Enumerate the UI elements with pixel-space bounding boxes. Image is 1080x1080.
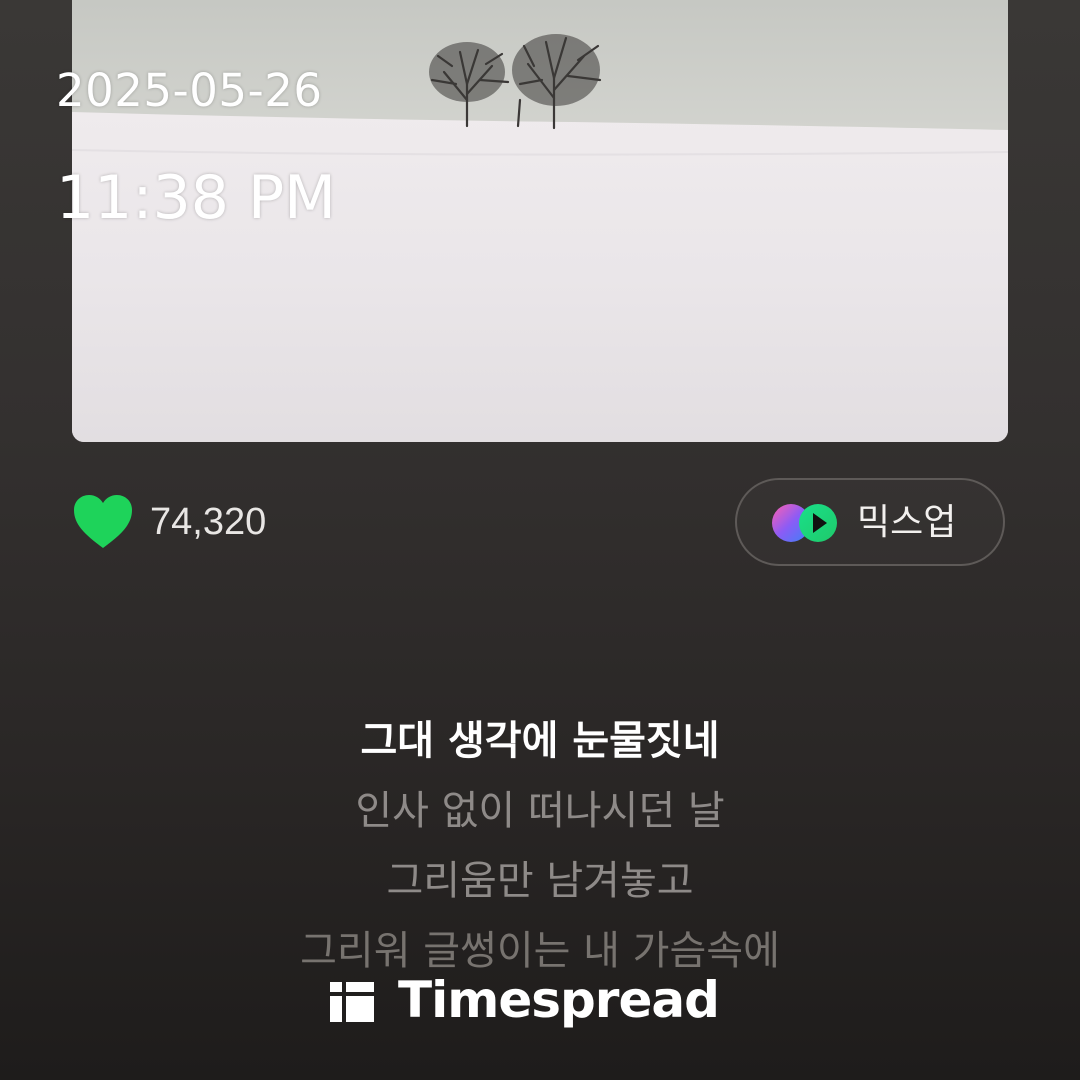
overlay-time: 11:38 PM	[56, 163, 336, 233]
mixup-button[interactable]: 믹스업	[735, 478, 1005, 566]
lyrics-panel[interactable]: 그대 생각에 눈물짓네 인사 없이 떠나시던 날 그리움만 남겨놓고 그리워 글…	[0, 706, 1080, 986]
timespread-logo-icon	[330, 982, 374, 1022]
lyric-line[interactable]: 인사 없이 떠나시던 날	[0, 776, 1080, 846]
like-count: 74,320	[150, 501, 267, 543]
overlay-date: 2025-05-26	[56, 64, 323, 117]
watermark-text: Timespread	[398, 971, 720, 1029]
lyric-line-current[interactable]: 그대 생각에 눈물짓네	[0, 706, 1080, 776]
heart-icon	[74, 495, 132, 548]
like-button[interactable]	[70, 492, 136, 552]
mixup-icon	[772, 504, 837, 542]
lyric-line[interactable]: 그리움만 남겨놓고	[0, 846, 1080, 916]
mixup-label: 믹스업	[857, 502, 957, 543]
timespread-watermark: Timespread	[328, 968, 720, 1032]
